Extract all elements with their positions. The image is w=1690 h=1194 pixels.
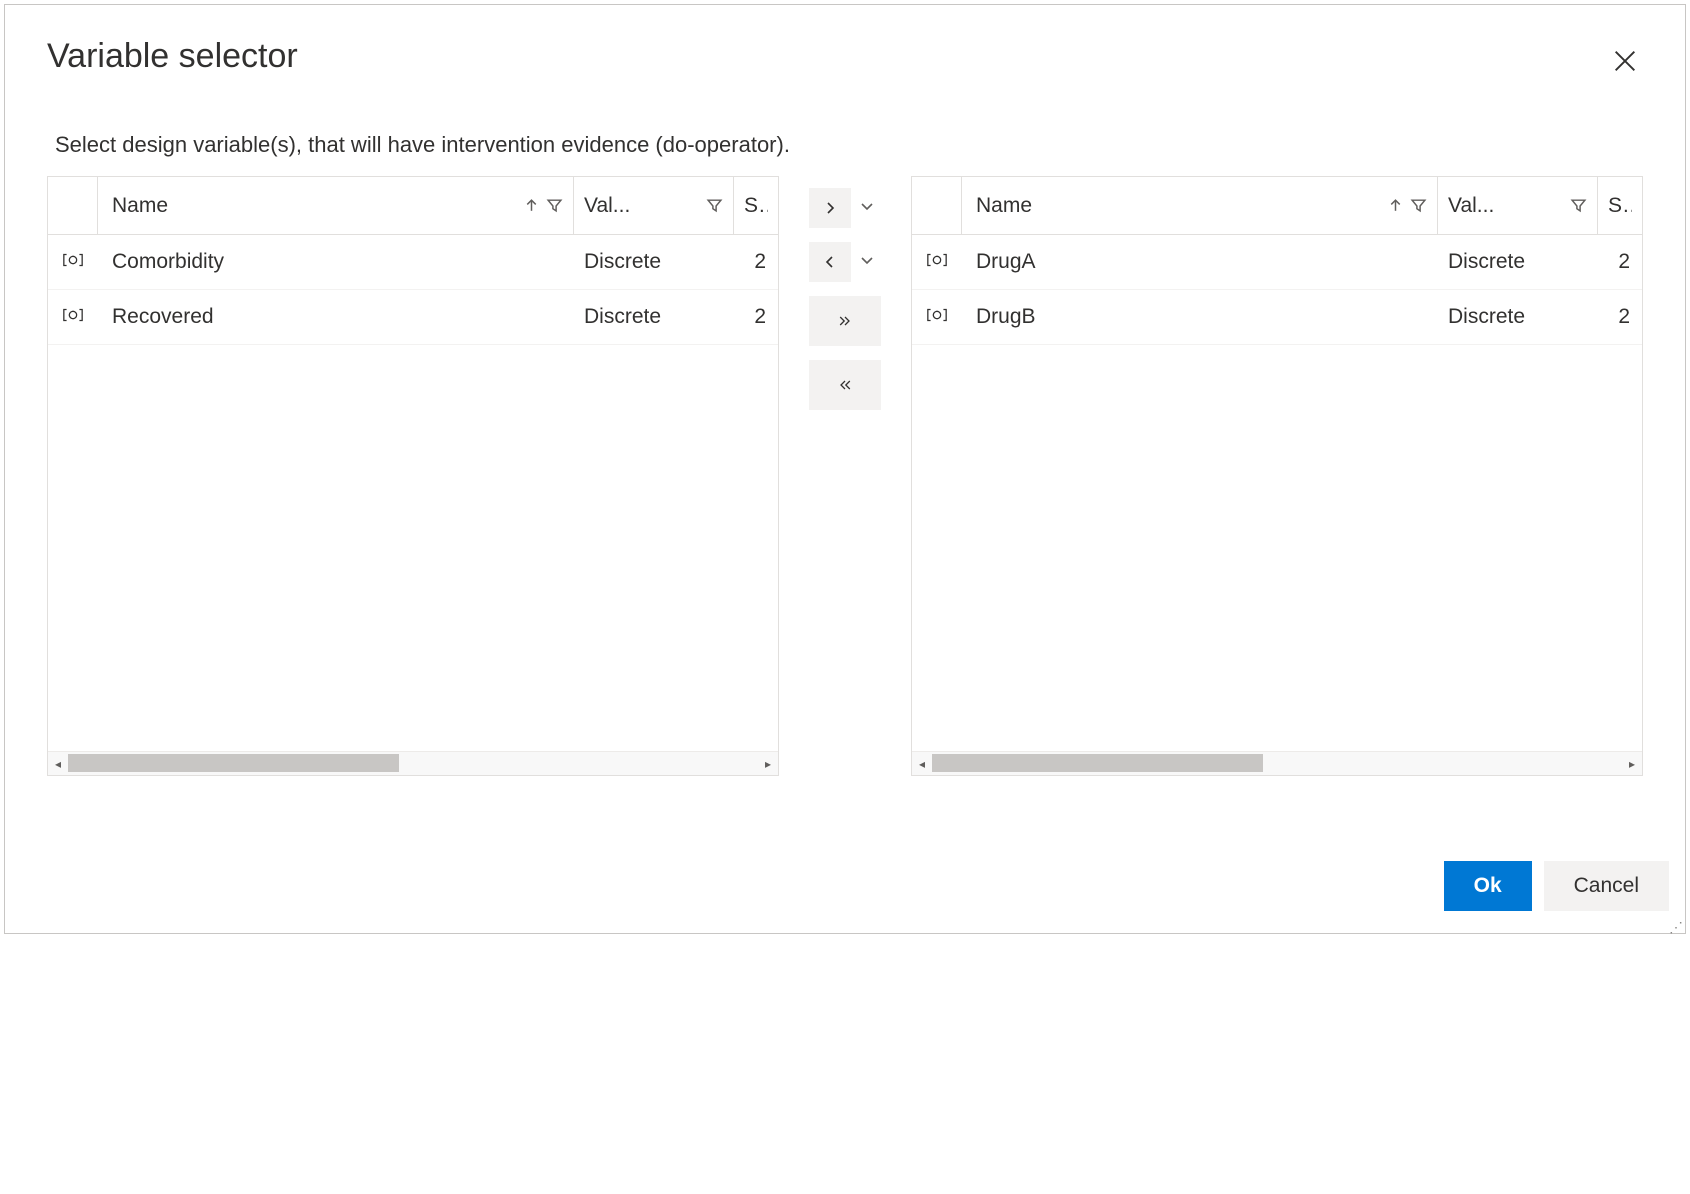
selector-body: Name Val... S.. xyxy=(47,176,1643,776)
cell-s: 2 xyxy=(734,305,778,329)
dialog-title: Variable selector xyxy=(47,37,298,76)
close-button[interactable] xyxy=(1607,43,1643,84)
sort-asc-icon[interactable] xyxy=(523,197,540,214)
double-chevron-right-icon xyxy=(837,313,853,329)
col-val[interactable]: Val... xyxy=(574,177,734,234)
col-s[interactable]: S.. xyxy=(734,177,778,234)
horizontal-scrollbar[interactable]: ◂ ▸ xyxy=(48,751,778,775)
col-icon[interactable] xyxy=(48,177,98,234)
double-chevron-left-icon xyxy=(837,377,853,393)
col-s-label: S.. xyxy=(744,194,768,218)
horizontal-scrollbar[interactable]: ◂ ▸ xyxy=(912,751,1642,775)
variable-icon xyxy=(926,250,948,274)
cell-s: 2 xyxy=(1598,305,1642,329)
chevron-left-icon xyxy=(822,254,838,270)
dialog-header: Variable selector xyxy=(47,37,1643,84)
available-variables-grid: Name Val... S.. xyxy=(47,176,779,776)
dropdown-toggle[interactable] xyxy=(859,198,875,219)
grid-rows: Comorbidity Discrete 2 Recovered Discret… xyxy=(48,235,778,751)
grid-header: Name Val... S.. xyxy=(48,177,778,235)
dialog-footer: Ok Cancel xyxy=(1444,861,1669,911)
chevron-right-icon xyxy=(822,200,838,216)
move-left-button[interactable] xyxy=(809,242,851,282)
filter-icon[interactable] xyxy=(546,197,563,214)
variable-icon xyxy=(62,250,84,274)
filter-icon[interactable] xyxy=(1410,197,1427,214)
col-name[interactable]: Name xyxy=(962,177,1438,234)
cell-name: DrugB xyxy=(962,305,1438,329)
variable-icon xyxy=(926,305,948,329)
col-s[interactable]: S.. xyxy=(1598,177,1642,234)
scrollbar-thumb[interactable] xyxy=(68,754,399,772)
col-val-label: Val... xyxy=(584,194,706,218)
move-all-left-button[interactable] xyxy=(809,360,881,410)
scrollbar-thumb[interactable] xyxy=(932,754,1263,772)
filter-icon[interactable] xyxy=(706,197,723,214)
col-s-label: S.. xyxy=(1608,194,1632,218)
scroll-left-icon[interactable]: ◂ xyxy=(912,757,932,771)
cancel-button[interactable]: Cancel xyxy=(1544,861,1669,911)
transfer-controls xyxy=(809,176,881,776)
cell-val: Discrete xyxy=(574,305,734,329)
close-icon xyxy=(1611,47,1639,75)
filter-icon[interactable] xyxy=(1570,197,1587,214)
col-icon[interactable] xyxy=(912,177,962,234)
table-row[interactable]: DrugA Discrete 2 xyxy=(912,235,1642,290)
table-row[interactable]: Recovered Discrete 2 xyxy=(48,290,778,345)
cell-s: 2 xyxy=(1598,250,1642,274)
selected-variables-grid: Name Val... S.. xyxy=(911,176,1643,776)
col-name-label: Name xyxy=(976,194,1381,218)
scroll-left-icon[interactable]: ◂ xyxy=(48,757,68,771)
move-right-button[interactable] xyxy=(809,188,851,228)
chevron-down-icon xyxy=(859,198,875,214)
variable-icon xyxy=(62,305,84,329)
table-row[interactable]: DrugB Discrete 2 xyxy=(912,290,1642,345)
grid-header: Name Val... S.. xyxy=(912,177,1642,235)
col-val-label: Val... xyxy=(1448,194,1570,218)
cell-s: 2 xyxy=(734,250,778,274)
cell-name: Comorbidity xyxy=(98,250,574,274)
cell-val: Discrete xyxy=(1438,250,1598,274)
move-all-right-button[interactable] xyxy=(809,296,881,346)
col-name[interactable]: Name xyxy=(98,177,574,234)
cell-name: DrugA xyxy=(962,250,1438,274)
grid-rows: DrugA Discrete 2 DrugB Discrete 2 xyxy=(912,235,1642,751)
table-row[interactable]: Comorbidity Discrete 2 xyxy=(48,235,778,290)
scroll-right-icon[interactable]: ▸ xyxy=(758,757,778,771)
cell-val: Discrete xyxy=(574,250,734,274)
col-val[interactable]: Val... xyxy=(1438,177,1598,234)
cell-val: Discrete xyxy=(1438,305,1598,329)
resize-grip[interactable]: ⋰ xyxy=(1669,923,1683,931)
sort-asc-icon[interactable] xyxy=(1387,197,1404,214)
ok-button[interactable]: Ok xyxy=(1444,861,1532,911)
cell-name: Recovered xyxy=(98,305,574,329)
variable-selector-dialog: Variable selector Select design variable… xyxy=(4,4,1686,934)
col-name-label: Name xyxy=(112,194,517,218)
dialog-instruction: Select design variable(s), that will hav… xyxy=(47,132,1643,158)
dropdown-toggle[interactable] xyxy=(859,252,875,273)
chevron-down-icon xyxy=(859,252,875,268)
scroll-right-icon[interactable]: ▸ xyxy=(1622,757,1642,771)
